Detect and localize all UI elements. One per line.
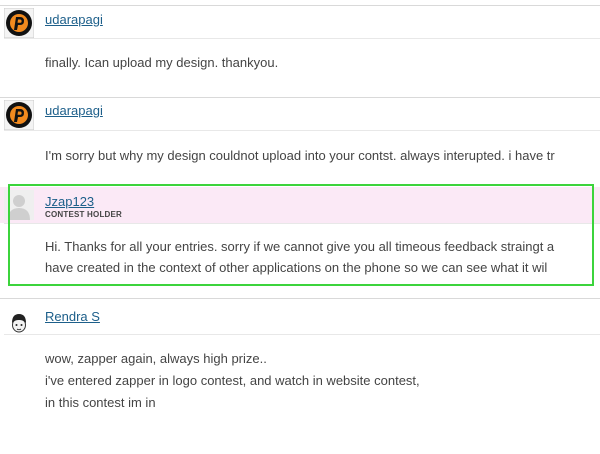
comment-username[interactable]: udarapagi [45,12,103,27]
avatar[interactable] [3,99,35,131]
avatar[interactable] [4,307,34,337]
separator [4,334,600,335]
user-avatar-icon [3,99,35,131]
comment-text: i've entered zapper in logo contest, and… [45,373,420,388]
cartoon-face-icon [4,307,34,337]
separator [4,130,600,131]
comment-text: finally. Ican upload my design. thankyou… [45,55,279,70]
separator [0,97,600,98]
comment-username[interactable]: Rendra S [45,309,100,324]
separator [0,5,600,6]
avatar[interactable] [3,7,35,39]
comment-text: wow, zapper again, always high prize.. [45,351,267,366]
comment-text: in this contest im in [45,395,156,410]
highlight-box [8,184,594,286]
separator [0,298,600,299]
separator [4,38,600,39]
comment-username[interactable]: udarapagi [45,103,103,118]
comment-text: I'm sorry but why my design couldnot upl… [45,148,555,163]
user-avatar-icon [3,7,35,39]
